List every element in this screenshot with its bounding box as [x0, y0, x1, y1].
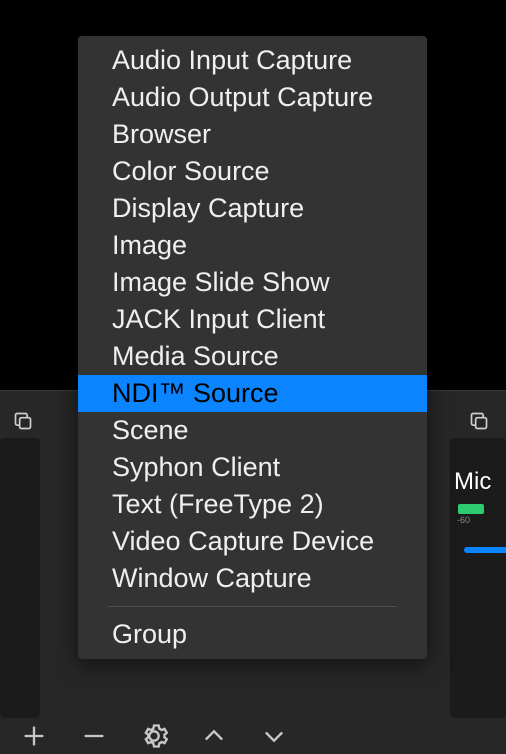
menu-item-group[interactable]: Group	[78, 616, 427, 653]
menu-item[interactable]: Video Capture Device	[78, 523, 427, 560]
popout-icon[interactable]	[12, 411, 34, 431]
audio-meter	[458, 504, 484, 514]
menu-item[interactable]: Text (FreeType 2)	[78, 486, 427, 523]
gear-icon[interactable]	[140, 722, 168, 750]
menu-item[interactable]: NDI™ Source	[78, 375, 427, 412]
menu-item[interactable]: Browser	[78, 116, 427, 153]
mixer-panel: Mic -60	[450, 438, 506, 718]
panel-left	[0, 438, 40, 718]
remove-icon[interactable]	[80, 722, 108, 750]
volume-slider[interactable]	[464, 547, 506, 553]
sources-action-bar	[0, 722, 288, 750]
menu-item[interactable]: Color Source	[78, 153, 427, 190]
move-up-icon[interactable]	[200, 722, 228, 750]
menu-item[interactable]: Media Source	[78, 338, 427, 375]
add-icon[interactable]	[20, 722, 48, 750]
menu-item[interactable]: Image	[78, 227, 427, 264]
menu-item[interactable]: Scene	[78, 412, 427, 449]
menu-item[interactable]: JACK Input Client	[78, 301, 427, 338]
menu-separator	[108, 606, 397, 607]
menu-item[interactable]: Image Slide Show	[78, 264, 427, 301]
add-source-menu: Audio Input CaptureAudio Output CaptureB…	[78, 36, 427, 659]
move-down-icon[interactable]	[260, 722, 288, 750]
menu-item[interactable]: Syphon Client	[78, 449, 427, 486]
menu-item[interactable]: Display Capture	[78, 190, 427, 227]
mixer-channel-label: Mic	[454, 468, 506, 496]
menu-item[interactable]: Audio Input Capture	[78, 42, 427, 79]
db-mark: -60	[457, 515, 506, 525]
popout-icon[interactable]	[468, 411, 490, 431]
menu-item[interactable]: Window Capture	[78, 560, 427, 597]
menu-item[interactable]: Audio Output Capture	[78, 79, 427, 116]
